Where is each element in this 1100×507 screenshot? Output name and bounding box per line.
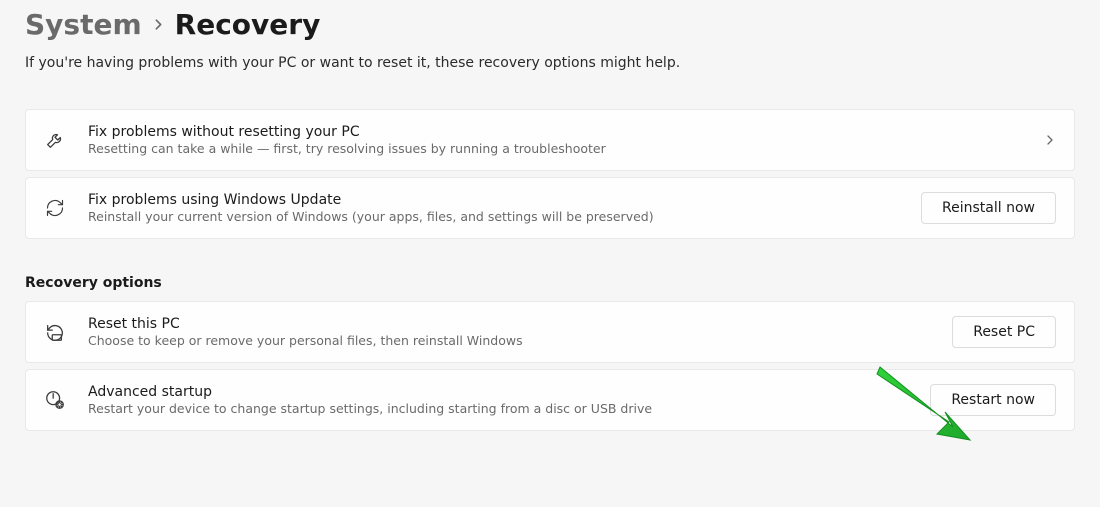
wrench-icon: [44, 129, 66, 151]
card-subtitle: Reinstall your current version of Window…: [88, 209, 899, 224]
restart-now-button[interactable]: Restart now: [930, 384, 1056, 416]
breadcrumb-parent[interactable]: System: [25, 8, 142, 41]
card-advanced-startup: Advanced startup Restart your device to …: [25, 369, 1075, 431]
card-title: Fix problems using Windows Update: [88, 192, 899, 208]
chevron-right-icon: [1044, 134, 1056, 146]
power-settings-icon: [44, 389, 66, 411]
card-title: Reset this PC: [88, 316, 930, 332]
breadcrumb: System Recovery: [25, 8, 1075, 41]
card-title: Advanced startup: [88, 384, 908, 400]
section-title-recovery-options: Recovery options: [25, 275, 1075, 291]
card-title: Fix problems without resetting your PC: [88, 124, 1022, 140]
reinstall-now-button[interactable]: Reinstall now: [921, 192, 1056, 224]
reset-pc-icon: [44, 321, 66, 343]
page-title: Recovery: [175, 8, 321, 41]
page-description: If you're having problems with your PC o…: [25, 55, 1075, 71]
chevron-right-icon: [152, 18, 165, 31]
card-reset-this-pc: Reset this PC Choose to keep or remove y…: [25, 301, 1075, 363]
card-subtitle: Choose to keep or remove your personal f…: [88, 333, 930, 348]
card-subtitle: Resetting can take a while — first, try …: [88, 141, 1022, 156]
card-fix-problems-windows-update: Fix problems using Windows Update Reinst…: [25, 177, 1075, 239]
sync-icon: [44, 198, 66, 218]
reset-pc-button[interactable]: Reset PC: [952, 316, 1056, 348]
card-fix-problems-no-reset[interactable]: Fix problems without resetting your PC R…: [25, 109, 1075, 171]
card-subtitle: Restart your device to change startup se…: [88, 401, 908, 416]
